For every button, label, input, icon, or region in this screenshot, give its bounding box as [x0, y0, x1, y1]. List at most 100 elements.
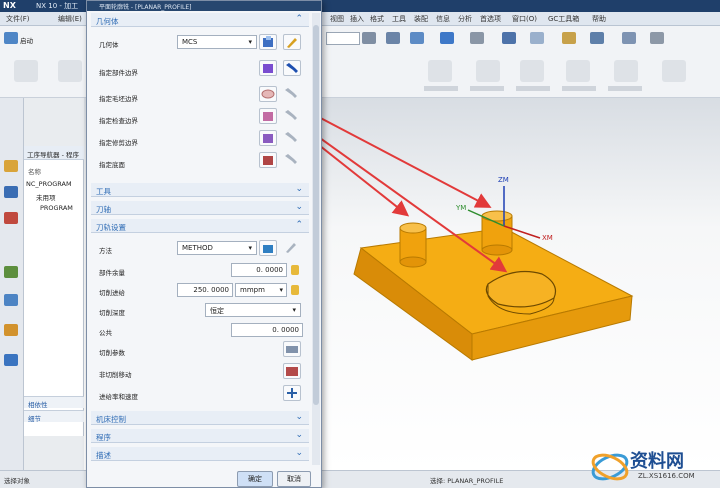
- section-geometry[interactable]: 几何体 ⌃: [91, 13, 309, 27]
- details-panel-header[interactable]: 细节: [24, 410, 84, 423]
- cancel-button[interactable]: 取消: [277, 471, 311, 487]
- flashlight-icon[interactable]: [283, 86, 301, 102]
- common-input[interactable]: 0. 0000: [231, 323, 303, 337]
- section-tool[interactable]: 工具 ⌄: [91, 183, 309, 197]
- cut-params-button[interactable]: [283, 341, 301, 357]
- measure-icon[interactable]: [622, 32, 636, 44]
- menu-item-tools[interactable]: 工具: [392, 14, 406, 24]
- menu-item-file[interactable]: 文件(F): [6, 14, 30, 24]
- ribbon-ghost-button[interactable]: [428, 60, 452, 82]
- ribbon-selection-combo[interactable]: [326, 32, 360, 45]
- flashlight-icon[interactable]: [283, 130, 301, 146]
- chevron-down-icon: ⌄: [295, 430, 303, 440]
- section-description[interactable]: 描述 ⌄: [91, 447, 309, 461]
- ribbon-ghost-button[interactable]: [14, 60, 38, 82]
- menu-item-help[interactable]: 帮助: [592, 14, 606, 24]
- filter-icon[interactable]: [650, 32, 664, 44]
- menu-item-info[interactable]: 信息: [436, 14, 450, 24]
- chevron-down-icon: ▾: [292, 306, 296, 314]
- select-filter-icon[interactable]: [530, 32, 544, 44]
- lock-icon[interactable]: [291, 265, 299, 275]
- ribbon-ghost-button[interactable]: [614, 60, 638, 82]
- section-tool-path[interactable]: 刀轨设置 ⌃: [91, 219, 309, 233]
- section-machine-control[interactable]: 机床控制 ⌄: [91, 411, 309, 425]
- dialog-scrollbar[interactable]: [312, 13, 320, 465]
- geometry-label: 几何体: [99, 41, 119, 49]
- section-program[interactable]: 程序 ⌄: [91, 429, 309, 443]
- start-label[interactable]: 启动: [20, 35, 33, 45]
- geometry-row-check-boundary: 指定检查边界: [99, 117, 138, 125]
- tree-row-unused[interactable]: 未用项: [36, 192, 56, 202]
- roles-icon[interactable]: [4, 294, 18, 306]
- transform-icon[interactable]: [502, 32, 516, 44]
- view-orient-icon[interactable]: [386, 32, 400, 44]
- menu-item-insert[interactable]: 插入: [350, 14, 364, 24]
- dependencies-panel-header[interactable]: 相依性: [24, 396, 84, 409]
- palette-icon[interactable]: [4, 354, 18, 366]
- shaded-cube-icon[interactable]: [440, 32, 454, 44]
- history-icon[interactable]: [4, 324, 18, 336]
- new-geometry-button[interactable]: [259, 34, 277, 50]
- menu-item-window[interactable]: 窗口(O): [512, 14, 537, 24]
- move-icon[interactable]: [590, 32, 604, 44]
- method-navigator-icon[interactable]: [4, 212, 18, 224]
- method-select[interactable]: METHOD ▾: [177, 241, 257, 255]
- wall-stock-input[interactable]: 0. 0000: [231, 263, 287, 277]
- flashlight-icon[interactable]: [283, 60, 301, 76]
- wrench-icon[interactable]: [283, 240, 301, 256]
- menu-item-format[interactable]: 格式: [370, 14, 384, 24]
- common-value: 0. 0000: [272, 326, 299, 334]
- geometry-navigator-icon[interactable]: [4, 266, 18, 278]
- flashlight-icon[interactable]: [283, 152, 301, 168]
- snap-icon[interactable]: [362, 32, 376, 44]
- layer-icon[interactable]: [470, 32, 484, 44]
- edit-geometry-button[interactable]: [283, 34, 301, 50]
- column-header-name[interactable]: 名称: [28, 166, 41, 176]
- machine-tool-navigator-icon[interactable]: [4, 186, 18, 198]
- menu-item-gc-toolbox[interactable]: GC工具箱: [548, 14, 579, 24]
- ribbon-ghost-button[interactable]: [662, 60, 686, 82]
- floor-button[interactable]: [259, 152, 277, 168]
- menu-item-edit[interactable]: 编辑(E): [58, 14, 82, 24]
- chevron-down-icon: ⌄: [295, 184, 303, 194]
- snap-point-icon[interactable]: [562, 32, 576, 44]
- resource-bar: [0, 98, 24, 470]
- ribbon-ghost-button[interactable]: [520, 60, 544, 82]
- feed-input[interactable]: 250. 0000: [177, 283, 233, 297]
- dialog-title-bar[interactable]: 平面轮廓铣 - [PLANAR_PROFILE]: [87, 1, 321, 11]
- non-cut-moves-button[interactable]: [283, 363, 301, 379]
- tree-row-nc-program[interactable]: NC_PROGRAM: [26, 180, 72, 188]
- geometry-select[interactable]: MCS ▾: [177, 35, 257, 49]
- menu-item-assembly[interactable]: 装配: [414, 14, 428, 24]
- ribbon-ghost-button[interactable]: [58, 60, 82, 82]
- menu-item-preferences[interactable]: 首选项: [480, 14, 501, 24]
- ok-button[interactable]: 确定: [237, 471, 273, 487]
- tree-row-program[interactable]: PROGRAM: [40, 204, 73, 212]
- status-right-text: 选择: PLANAR_PROFILE: [430, 477, 504, 485]
- feeds-speeds-button[interactable]: [283, 385, 301, 401]
- blank-boundary-button[interactable]: [259, 86, 277, 102]
- dependencies-label: 相依性: [28, 401, 48, 409]
- flashlight-icon[interactable]: [283, 108, 301, 124]
- right-boss-top: [481, 210, 513, 222]
- chevron-down-icon: ▾: [279, 286, 283, 294]
- operation-navigator-icon[interactable]: [4, 160, 18, 172]
- new-method-button[interactable]: [259, 240, 277, 256]
- depth-select[interactable]: 恒定 ▾: [205, 303, 301, 317]
- dialog-scrollbar-thumb[interactable]: [313, 25, 319, 405]
- feed-unit-select[interactable]: mmpm ▾: [235, 283, 287, 297]
- section-tool-axis[interactable]: 刀轴 ⌄: [91, 201, 309, 215]
- start-icon[interactable]: [4, 32, 18, 44]
- ribbon-ghost-label: [424, 86, 458, 91]
- feed-unit-value: mmpm: [240, 286, 265, 294]
- ribbon-ghost-button[interactable]: [476, 60, 500, 82]
- menu-item-view[interactable]: 视图: [330, 14, 344, 24]
- ribbon-ghost-button[interactable]: [566, 60, 590, 82]
- trim-boundary-button[interactable]: [259, 130, 277, 146]
- details-label: 细节: [28, 415, 41, 423]
- lock-icon[interactable]: [291, 285, 299, 295]
- check-boundary-button[interactable]: [259, 108, 277, 124]
- part-boundary-button[interactable]: [259, 60, 277, 76]
- menu-item-analysis[interactable]: 分析: [458, 14, 472, 24]
- render-icon[interactable]: [410, 32, 424, 44]
